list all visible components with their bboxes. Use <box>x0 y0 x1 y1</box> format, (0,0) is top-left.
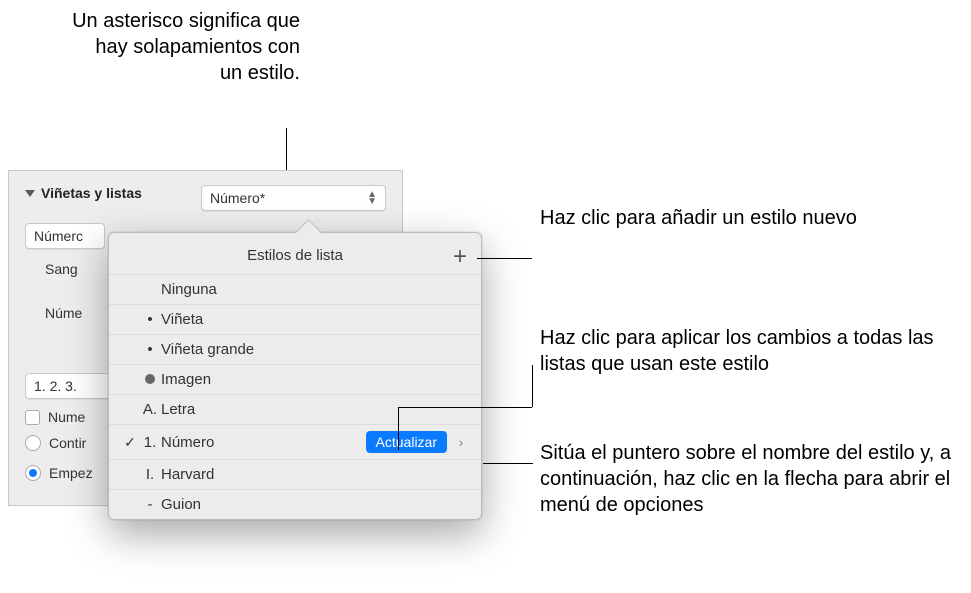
add-style-button[interactable]: + <box>453 243 467 271</box>
callout-add-style: Haz clic para añadir un estilo nuevo <box>540 205 870 231</box>
number-format-dropdown[interactable]: 1. 2. 3. <box>25 373 113 399</box>
callout-asterisk: Un asterisco significa que hay solapamie… <box>70 8 300 86</box>
style-item-number[interactable]: ✓ 1. Número Actualizar › <box>109 424 481 459</box>
update-style-button[interactable]: Actualizar <box>366 431 447 453</box>
image-bullet-icon <box>139 371 161 388</box>
callout-add-style-text: Haz clic para añadir un estilo nuevo <box>540 207 857 229</box>
list-style-dropdown[interactable]: Número* ▲▼ <box>201 185 386 211</box>
disclosure-triangle-icon <box>25 190 35 197</box>
callout-hover-arrow-text: Sitúa el puntero sobre el nombre del est… <box>540 442 951 516</box>
callout-hover-arrow: Sitúa el puntero sobre el nombre del est… <box>540 440 960 518</box>
style-item-big-bullet[interactable]: • Viñeta grande <box>109 334 481 364</box>
bullet-mark: - <box>139 496 161 513</box>
callout-asterisk-text: Un asterisco significa que hay solapamie… <box>72 10 300 84</box>
number-format-value: 1. 2. 3. <box>34 378 77 394</box>
checkbox-icon <box>25 410 40 425</box>
bullet-mark: 1. <box>139 434 161 451</box>
section-title: Viñetas y listas <box>41 185 142 201</box>
item-label: Guion <box>161 496 469 513</box>
style-item-harvard[interactable]: I. Harvard <box>109 459 481 489</box>
style-item-bullet[interactable]: • Viñeta <box>109 304 481 334</box>
style-item-none[interactable]: Ninguna <box>109 274 481 304</box>
chevron-right-icon[interactable]: › <box>453 434 469 450</box>
style-item-image[interactable]: Imagen <box>109 364 481 394</box>
bullet-mark: • <box>139 311 161 328</box>
callout-line <box>532 365 533 407</box>
callout-apply-all-text: Haz clic para aplicar los cambios a toda… <box>540 327 934 375</box>
list-type-dropdown[interactable]: Númerc <box>25 223 105 249</box>
callout-line <box>483 463 533 464</box>
bullet-mark: I. <box>139 466 161 483</box>
bullet-mark: • <box>139 341 161 358</box>
ordered-label: Nume <box>48 409 85 425</box>
popover-list: Ninguna • Viñeta • Viñeta grande Imagen … <box>109 274 481 519</box>
callout-line <box>398 407 399 450</box>
radio-continue-label: Contir <box>49 435 86 451</box>
callout-line <box>398 407 532 408</box>
popover-title: Estilos de lista <box>247 247 343 264</box>
popover-header: Estilos de lista + <box>109 241 481 274</box>
bullet-mark: A. <box>139 401 161 418</box>
item-label: Ninguna <box>161 281 469 298</box>
check-icon: ✓ <box>121 434 139 451</box>
section-header[interactable]: Viñetas y listas <box>25 185 142 201</box>
item-label: Letra <box>161 401 469 418</box>
radio-icon-checked <box>25 465 41 481</box>
list-styles-popover: Estilos de lista + Ninguna • Viñeta • Vi… <box>108 232 482 520</box>
callout-apply-all: Haz clic para aplicar los cambios a toda… <box>540 325 940 377</box>
style-item-dash[interactable]: - Guion <box>109 489 481 519</box>
radio-icon <box>25 435 41 451</box>
dropdown-arrows-icon: ▲▼ <box>367 191 377 205</box>
list-style-value: Número* <box>210 190 265 206</box>
item-label: Número <box>161 434 366 451</box>
number-label: Núme <box>45 305 82 321</box>
style-item-letter[interactable]: A. Letra <box>109 394 481 424</box>
indent-label: Sang <box>45 261 78 277</box>
item-label: Harvard <box>161 466 469 483</box>
list-type-value: Númerc <box>34 228 83 244</box>
item-label: Viñeta <box>161 311 469 328</box>
callout-line <box>477 258 532 259</box>
item-label: Imagen <box>161 371 469 388</box>
item-label: Viñeta grande <box>161 341 469 358</box>
radio-start-label: Empez <box>49 465 93 481</box>
